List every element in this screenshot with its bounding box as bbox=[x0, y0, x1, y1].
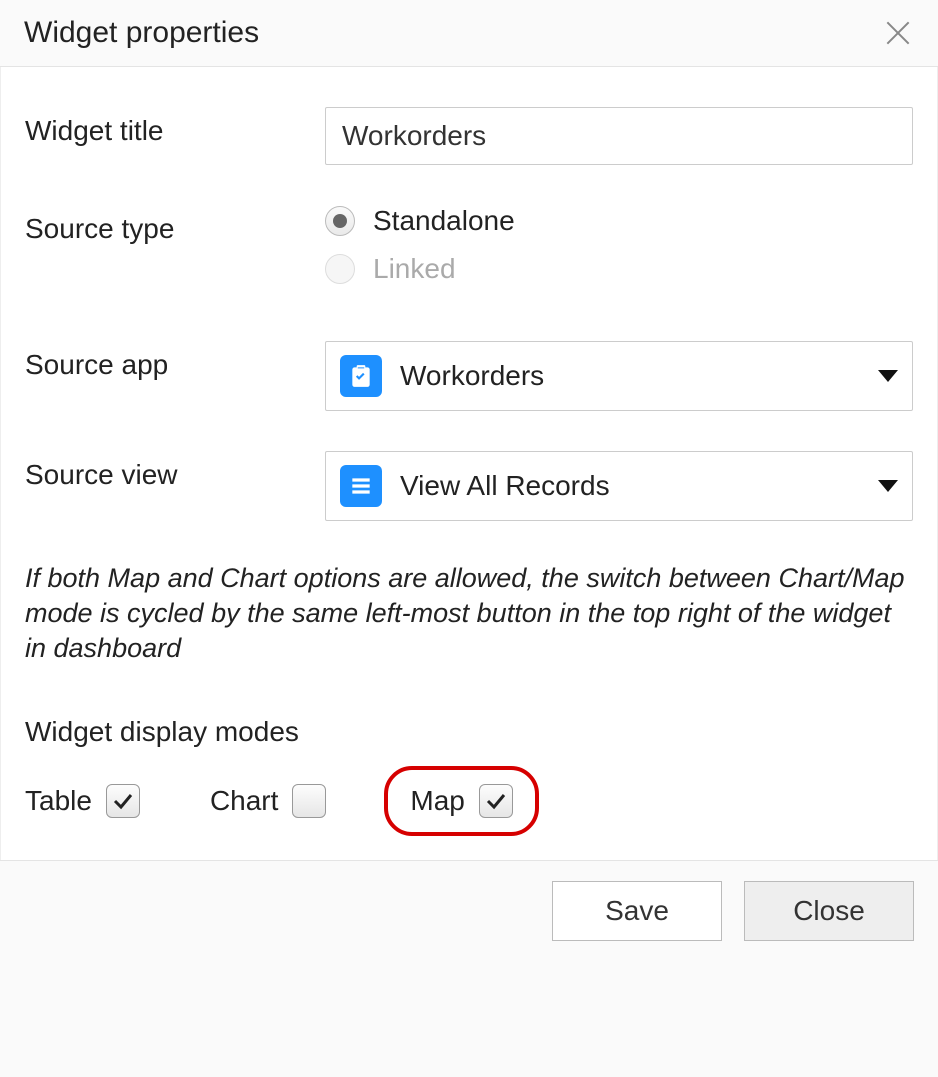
mode-table: Table bbox=[25, 784, 140, 818]
close-button[interactable]: Close bbox=[744, 881, 914, 941]
source-type-linked-label: Linked bbox=[373, 253, 456, 285]
source-type-row: Source type Standalone Linked bbox=[25, 205, 913, 301]
mode-chart-label: Chart bbox=[210, 785, 278, 817]
dialog-title: Widget properties bbox=[24, 16, 259, 50]
mode-chart-checkbox[interactable] bbox=[292, 784, 326, 818]
source-app-label: Source app bbox=[25, 341, 325, 381]
source-type-standalone-label: Standalone bbox=[373, 205, 515, 237]
mode-chart: Chart bbox=[210, 784, 326, 818]
chevron-down-icon bbox=[878, 370, 898, 382]
display-modes-title: Widget display modes bbox=[25, 716, 913, 748]
save-button[interactable]: Save bbox=[552, 881, 722, 941]
widget-title-row: Widget title bbox=[25, 107, 913, 165]
source-type-standalone-radio[interactable] bbox=[325, 206, 355, 236]
source-app-select[interactable]: Workorders bbox=[325, 341, 913, 411]
dialog-footer: Save Close bbox=[0, 860, 938, 971]
source-type-label: Source type bbox=[25, 205, 325, 245]
source-view-value: View All Records bbox=[400, 470, 860, 502]
source-app-value: Workorders bbox=[400, 360, 860, 392]
mode-map-checkbox[interactable] bbox=[479, 784, 513, 818]
display-modes-row: Table Chart Map bbox=[25, 766, 913, 836]
hint-text: If both Map and Chart options are allowe… bbox=[25, 561, 913, 666]
source-view-label: Source view bbox=[25, 451, 325, 491]
source-view-row: Source view View All Records bbox=[25, 451, 913, 521]
mode-table-label: Table bbox=[25, 785, 92, 817]
widget-title-input[interactable] bbox=[325, 107, 913, 165]
dialog-body: Widget title Source type Standalone Link… bbox=[0, 67, 938, 860]
mode-map-highlight: Map bbox=[384, 766, 538, 836]
close-icon[interactable] bbox=[882, 17, 914, 49]
source-app-row: Source app Workorders bbox=[25, 341, 913, 411]
widget-title-label: Widget title bbox=[25, 107, 325, 147]
mode-map-label: Map bbox=[410, 785, 464, 817]
mode-table-checkbox[interactable] bbox=[106, 784, 140, 818]
list-icon bbox=[340, 465, 382, 507]
source-type-linked-radio[interactable] bbox=[325, 254, 355, 284]
source-view-select[interactable]: View All Records bbox=[325, 451, 913, 521]
dialog-header: Widget properties bbox=[0, 0, 938, 67]
clipboard-icon bbox=[340, 355, 382, 397]
chevron-down-icon bbox=[878, 480, 898, 492]
widget-properties-dialog: Widget properties Widget title Source ty… bbox=[0, 0, 938, 971]
